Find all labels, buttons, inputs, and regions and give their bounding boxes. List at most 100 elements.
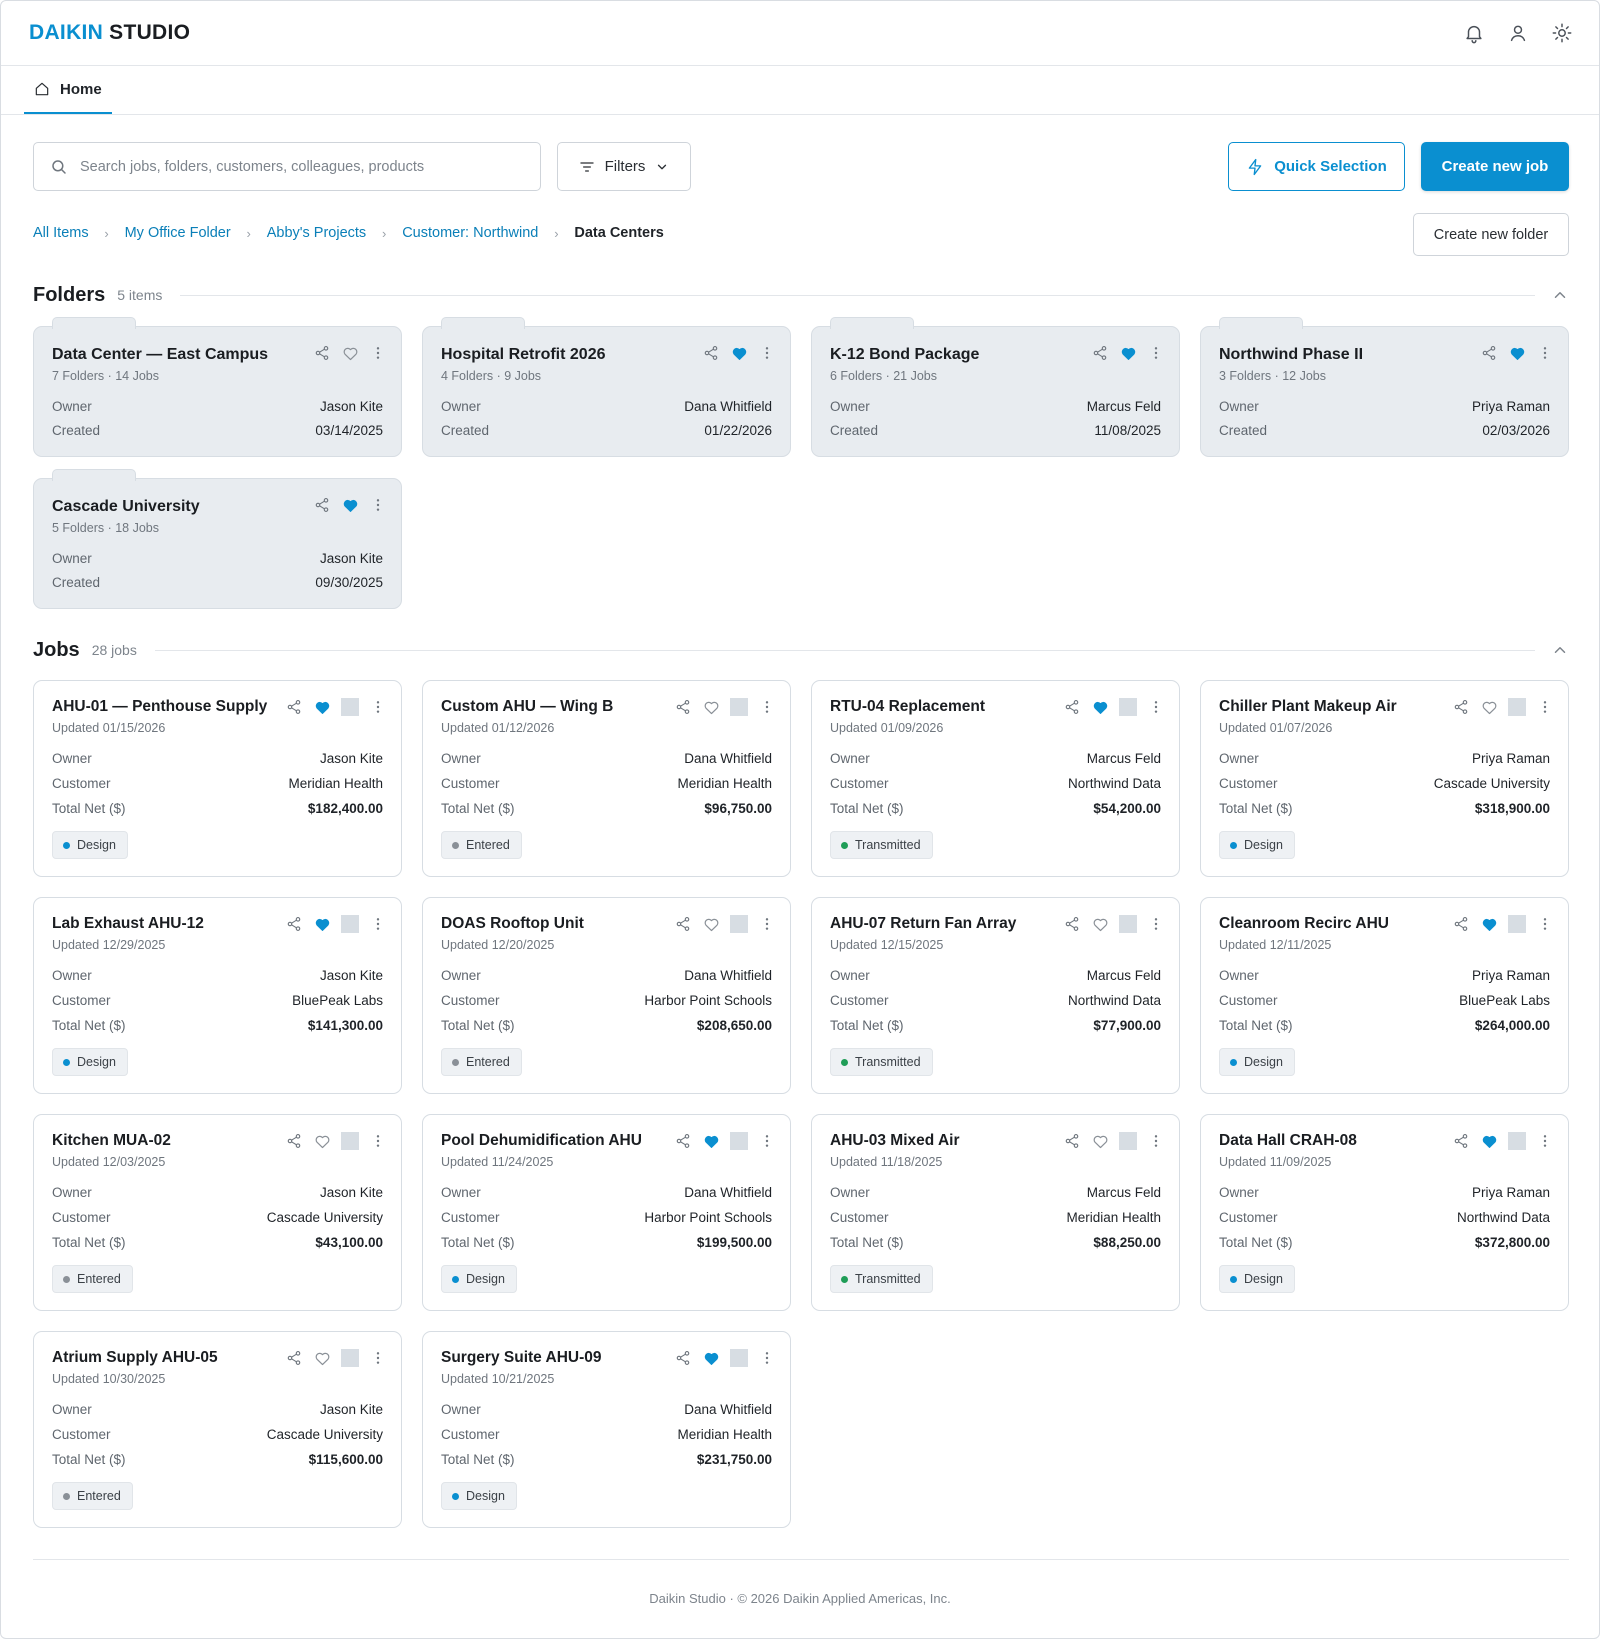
heart-filled-icon[interactable] (702, 1132, 720, 1150)
job-card[interactable]: Cleanroom Recirc AHU Updated 12/11/2025 Ow… (1200, 897, 1569, 1094)
job-name[interactable]: AHU-07 Return Fan Array (830, 915, 1016, 933)
heart-icon[interactable] (313, 1349, 331, 1367)
heart-filled-icon[interactable] (730, 344, 748, 362)
more-vertical-icon[interactable] (1147, 344, 1165, 362)
job-name[interactable]: Surgery Suite AHU-09 (441, 1349, 602, 1367)
more-vertical-icon[interactable] (369, 698, 387, 716)
share-icon[interactable] (285, 1349, 303, 1367)
job-name[interactable]: Data Hall CRAH-08 (1219, 1132, 1357, 1150)
share-icon[interactable] (1063, 1132, 1081, 1150)
chevron-up-icon[interactable] (1551, 641, 1569, 659)
folder-name[interactable]: K-12 Bond Package (830, 346, 979, 364)
share-icon[interactable] (1480, 344, 1498, 362)
job-name[interactable]: Cleanroom Recirc AHU (1219, 915, 1389, 933)
job-card[interactable]: AHU-07 Return Fan Array Updated 12/15/202… (811, 897, 1180, 1094)
more-vertical-icon[interactable] (369, 1349, 387, 1367)
job-name[interactable]: AHU-01 — Penthouse Supply (52, 698, 267, 716)
folder-card[interactable]: Cascade University 5 Folders · 18 Jobs Own… (33, 469, 402, 609)
folder-name[interactable]: Hospital Retrofit 2026 (441, 346, 605, 364)
heart-filled-icon[interactable] (1508, 344, 1526, 362)
more-vertical-icon[interactable] (1147, 915, 1165, 933)
bell-icon[interactable] (1463, 22, 1485, 44)
folder-name[interactable]: Data Center — East Campus (52, 346, 268, 364)
share-icon[interactable] (1452, 698, 1470, 716)
more-vertical-icon[interactable] (369, 915, 387, 933)
share-icon[interactable] (1063, 915, 1081, 933)
job-name[interactable]: Kitchen MUA-02 (52, 1132, 171, 1150)
share-icon[interactable] (1091, 344, 1109, 362)
share-icon[interactable] (285, 698, 303, 716)
share-icon[interactable] (674, 698, 692, 716)
heart-filled-icon[interactable] (1480, 1132, 1498, 1150)
folder-name[interactable]: Northwind Phase II (1219, 346, 1363, 364)
job-card[interactable]: AHU-03 Mixed Air Updated 11/18/2025 Owner M… (811, 1114, 1180, 1311)
more-vertical-icon[interactable] (1536, 698, 1554, 716)
job-card[interactable]: Custom AHU — Wing B Updated 01/12/2026 Own… (422, 680, 791, 877)
heart-filled-icon[interactable] (702, 1349, 720, 1367)
share-icon[interactable] (285, 1132, 303, 1150)
job-name[interactable]: Lab Exhaust AHU-12 (52, 915, 204, 933)
create-new-job-button[interactable]: Create new job (1421, 142, 1569, 191)
settings-icon[interactable] (1551, 22, 1573, 44)
job-name[interactable]: DOAS Rooftop Unit (441, 915, 584, 933)
heart-icon[interactable] (341, 344, 359, 362)
more-vertical-icon[interactable] (758, 344, 776, 362)
heart-filled-icon[interactable] (313, 698, 331, 716)
share-icon[interactable] (1452, 1132, 1470, 1150)
folder-card[interactable]: Northwind Phase II 3 Folders · 12 Jobs Own… (1200, 317, 1569, 457)
filters-button[interactable]: Filters (557, 142, 691, 191)
more-vertical-icon[interactable] (1536, 344, 1554, 362)
share-icon[interactable] (674, 1349, 692, 1367)
more-vertical-icon[interactable] (369, 344, 387, 362)
folder-card[interactable]: Data Center — East Campus 7 Folders · 14 … (33, 317, 402, 457)
quick-selection-button[interactable]: Quick Selection (1228, 142, 1405, 191)
job-name[interactable]: Pool Dehumidification AHU (441, 1132, 642, 1150)
job-card[interactable]: Kitchen MUA-02 Updated 12/03/2025 Owner Jas… (33, 1114, 402, 1311)
job-card[interactable]: Pool Dehumidification AHU Updated 11/24/2… (422, 1114, 791, 1311)
more-vertical-icon[interactable] (1536, 1132, 1554, 1150)
chevron-up-icon[interactable] (1551, 286, 1569, 304)
share-icon[interactable] (674, 1132, 692, 1150)
breadcrumb-item[interactable]: Customer: Northwind (402, 225, 538, 241)
job-card[interactable]: Chiller Plant Makeup Air Updated 01/07/20… (1200, 680, 1569, 877)
job-card[interactable]: AHU-01 — Penthouse Supply Updated 01/15/2… (33, 680, 402, 877)
share-icon[interactable] (285, 915, 303, 933)
heart-icon[interactable] (702, 698, 720, 716)
job-card[interactable]: Data Hall CRAH-08 Updated 11/09/2025 Owner… (1200, 1114, 1569, 1311)
breadcrumb-item[interactable]: All Items (33, 225, 89, 241)
share-icon[interactable] (313, 344, 331, 362)
heart-icon[interactable] (1091, 915, 1109, 933)
share-icon[interactable] (674, 915, 692, 933)
folder-name[interactable]: Cascade University (52, 498, 200, 516)
more-vertical-icon[interactable] (1147, 698, 1165, 716)
share-icon[interactable] (313, 496, 331, 514)
job-card[interactable]: Lab Exhaust AHU-12 Updated 12/29/2025 Owne… (33, 897, 402, 1094)
job-name[interactable]: AHU-03 Mixed Air (830, 1132, 959, 1150)
brand-logo[interactable]: DAIKIN STUDIO (29, 21, 190, 45)
more-vertical-icon[interactable] (369, 496, 387, 514)
heart-filled-icon[interactable] (313, 915, 331, 933)
more-vertical-icon[interactable] (758, 1349, 776, 1367)
folder-card[interactable]: K-12 Bond Package 6 Folders · 21 Jobs Owne… (811, 317, 1180, 457)
job-card[interactable]: DOAS Rooftop Unit Updated 12/20/2025 Owner… (422, 897, 791, 1094)
more-vertical-icon[interactable] (1536, 915, 1554, 933)
more-vertical-icon[interactable] (758, 915, 776, 933)
more-vertical-icon[interactable] (369, 1132, 387, 1150)
share-icon[interactable] (1063, 698, 1081, 716)
heart-icon[interactable] (1480, 698, 1498, 716)
heart-icon[interactable] (1091, 1132, 1109, 1150)
heart-filled-icon[interactable] (1091, 698, 1109, 716)
job-name[interactable]: Custom AHU — Wing B (441, 698, 613, 716)
job-card[interactable]: RTU-04 Replacement Updated 01/09/2026 Owne… (811, 680, 1180, 877)
job-name[interactable]: Chiller Plant Makeup Air (1219, 698, 1397, 716)
job-name[interactable]: Atrium Supply AHU-05 (52, 1349, 218, 1367)
job-card[interactable]: Surgery Suite AHU-09 Updated 10/21/2025 Ow… (422, 1331, 791, 1528)
search-input[interactable] (80, 158, 520, 175)
job-card[interactable]: Atrium Supply AHU-05 Updated 10/30/2025 Ow… (33, 1331, 402, 1528)
more-vertical-icon[interactable] (1147, 1132, 1165, 1150)
breadcrumb-item[interactable]: Abby's Projects (267, 225, 366, 241)
breadcrumb-item[interactable]: My Office Folder (125, 225, 231, 241)
heart-filled-icon[interactable] (1119, 344, 1137, 362)
create-new-folder-button[interactable]: Create new folder (1413, 213, 1569, 256)
user-icon[interactable] (1507, 22, 1529, 44)
